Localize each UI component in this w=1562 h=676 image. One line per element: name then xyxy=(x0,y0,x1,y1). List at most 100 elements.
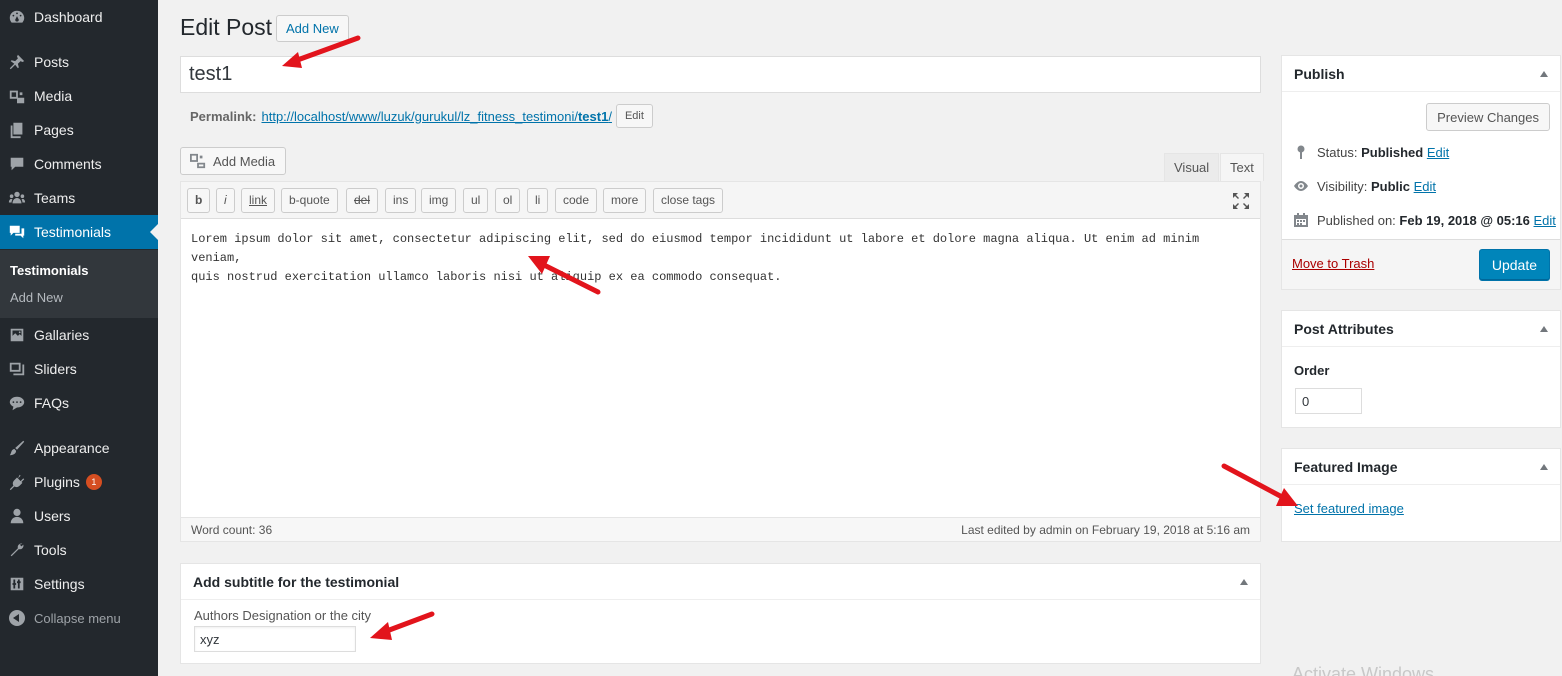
collapse-arrow-icon[interactable] xyxy=(1540,325,1548,332)
collapse-icon xyxy=(0,610,34,626)
sidebar-item-label: Gallaries xyxy=(34,327,90,343)
collapse-menu-label: Collapse menu xyxy=(34,610,121,626)
sidebar-item-faqs[interactable]: FAQs xyxy=(0,386,158,420)
fullscreen-icon[interactable] xyxy=(1232,192,1250,210)
page-title: Edit Post xyxy=(180,14,273,40)
sidebar-item-plugins[interactable]: Plugins 1 xyxy=(0,465,158,499)
qt-img-button[interactable]: img xyxy=(421,188,457,213)
publish-metabox-header[interactable]: Publish xyxy=(1282,56,1560,92)
testimonial-icon xyxy=(0,223,34,241)
sidebar-item-label: Users xyxy=(34,508,71,524)
sidebar-item-label: Testimonials xyxy=(34,224,112,240)
editor-status-bar: Word count: 36 Last edited by admin on F… xyxy=(181,517,1260,541)
published-edit-link[interactable]: Edit xyxy=(1534,213,1556,228)
visibility-row: Visibility: Public Edit xyxy=(1293,178,1436,194)
slides-icon xyxy=(0,360,34,378)
qt-italic-button[interactable]: i xyxy=(216,188,235,213)
sidebar-item-sliders[interactable]: Sliders xyxy=(0,352,158,386)
media-icon xyxy=(0,87,34,105)
text-editor: b i link b-quote del ins img ul ol li co… xyxy=(180,181,1261,542)
collapse-menu-button[interactable]: Collapse menu xyxy=(0,601,158,635)
qt-more-button[interactable]: more xyxy=(603,188,647,213)
sidebar-item-label: Comments xyxy=(34,156,102,172)
settings-icon xyxy=(0,575,34,593)
sidebar-item-teams[interactable]: Teams xyxy=(0,181,158,215)
word-count: Word count: 36 xyxy=(191,523,273,537)
metabox-title: Post Attributes xyxy=(1294,320,1394,337)
publish-metabox: Publish Preview Changes Status: Publishe… xyxy=(1281,55,1561,290)
post-title-input[interactable] xyxy=(180,56,1261,93)
add-new-button[interactable]: Add New xyxy=(276,15,349,42)
add-media-button[interactable]: Add Media xyxy=(180,147,287,175)
order-input[interactable] xyxy=(1295,388,1362,414)
sidebar-item-comments[interactable]: Comments xyxy=(0,147,158,181)
sidebar-item-gallaries[interactable]: Gallaries xyxy=(0,318,158,352)
status-value: Published xyxy=(1361,144,1424,160)
tab-visual[interactable]: Visual xyxy=(1164,153,1220,181)
sidebar-item-pages[interactable]: Pages xyxy=(0,113,158,147)
qt-link-button[interactable]: link xyxy=(241,188,276,213)
set-featured-image-link[interactable]: Set featured image xyxy=(1294,501,1404,516)
update-count-badge: 1 xyxy=(85,474,102,490)
sidebar-item-posts[interactable]: Posts xyxy=(0,45,158,79)
subtitle-metabox-header[interactable]: Add subtitle for the testimonial xyxy=(181,564,1260,600)
comments-icon xyxy=(0,155,34,173)
featured-image-header[interactable]: Featured Image xyxy=(1282,449,1560,485)
metabox-title: Featured Image xyxy=(1294,458,1398,475)
qt-bquote-button[interactable]: b-quote xyxy=(281,188,338,213)
post-attributes-header[interactable]: Post Attributes xyxy=(1282,311,1560,347)
qt-li-button[interactable]: li xyxy=(527,188,549,213)
move-to-trash-link[interactable]: Move to Trash xyxy=(1292,256,1374,271)
designation-label: Authors Designation or the city xyxy=(194,608,372,623)
submenu-add-new[interactable]: Add New xyxy=(10,290,63,305)
sidebar-item-dashboard[interactable]: Dashboard xyxy=(0,0,158,34)
sidebar-item-label: Posts xyxy=(34,54,70,70)
qt-close-tags-button[interactable]: close tags xyxy=(653,188,724,213)
qt-del-button[interactable]: del xyxy=(346,188,379,213)
sidebar-item-tools[interactable]: Tools xyxy=(0,533,158,567)
post-content-textarea[interactable]: Lorem ipsum dolor sit amet, consectetur … xyxy=(191,230,1253,287)
pin-icon xyxy=(1297,145,1305,159)
media-icon xyxy=(190,153,206,169)
qt-code-button[interactable]: code xyxy=(555,188,598,213)
quicktags-toolbar: b i link b-quote del ins img ul ol li co… xyxy=(181,182,1260,219)
qt-ins-button[interactable]: ins xyxy=(385,188,417,213)
qt-ol-button[interactable]: ol xyxy=(495,188,521,213)
permalink-base: http://localhost/www/luzuk/gurukul/lz_fi… xyxy=(261,108,578,124)
permalink-row: Permalink: http://localhost/www/luzuk/gu… xyxy=(190,104,653,128)
sidebar-item-testimonials[interactable]: Testimonials xyxy=(0,215,158,249)
pin-icon xyxy=(0,53,34,71)
published-label: Published on: xyxy=(1317,212,1396,228)
collapse-arrow-icon[interactable] xyxy=(1540,463,1548,470)
collapse-arrow-icon[interactable] xyxy=(1540,70,1548,77)
sidebar-item-appearance[interactable]: Appearance xyxy=(0,431,158,465)
testimonials-submenu: Testimonials Add New xyxy=(0,250,158,318)
qt-ul-button[interactable]: ul xyxy=(463,188,489,213)
published-value: Feb 19, 2018 @ 05:16 xyxy=(1399,212,1530,228)
status-row: Status: Published Edit xyxy=(1293,144,1449,160)
qt-bold-button[interactable]: b xyxy=(187,188,211,213)
sidebar-item-users[interactable]: Users xyxy=(0,499,158,533)
post-attributes-metabox: Post Attributes Order xyxy=(1281,310,1561,428)
sidebar-item-label: FAQs xyxy=(34,395,70,411)
calendar-icon xyxy=(1294,213,1308,227)
status-edit-link[interactable]: Edit xyxy=(1427,145,1449,160)
pages-icon xyxy=(0,121,34,139)
submenu-testimonials[interactable]: Testimonials xyxy=(10,263,89,278)
collapse-arrow-icon[interactable] xyxy=(1240,578,1248,585)
designation-input[interactable] xyxy=(194,626,356,652)
admin-sidebar: Dashboard Posts Media Pages Comments Tea… xyxy=(0,0,158,676)
sidebar-item-media[interactable]: Media xyxy=(0,79,158,113)
permalink-label: Permalink: xyxy=(190,108,257,124)
sidebar-item-label: Media xyxy=(34,88,73,104)
update-button[interactable]: Update xyxy=(1478,249,1550,281)
visibility-edit-link[interactable]: Edit xyxy=(1414,179,1436,194)
sidebar-item-settings[interactable]: Settings xyxy=(0,567,158,601)
permalink-edit-button[interactable]: Edit xyxy=(615,104,653,128)
activate-windows-watermark: Activate Windows xyxy=(1292,664,1435,676)
tab-text[interactable]: Text xyxy=(1220,153,1264,181)
preview-changes-button[interactable]: Preview Changes xyxy=(1426,103,1550,131)
permalink-link[interactable]: http://localhost/www/luzuk/gurukul/lz_fi… xyxy=(261,109,611,124)
groups-icon xyxy=(0,189,34,207)
visibility-value: Public xyxy=(1370,178,1410,194)
